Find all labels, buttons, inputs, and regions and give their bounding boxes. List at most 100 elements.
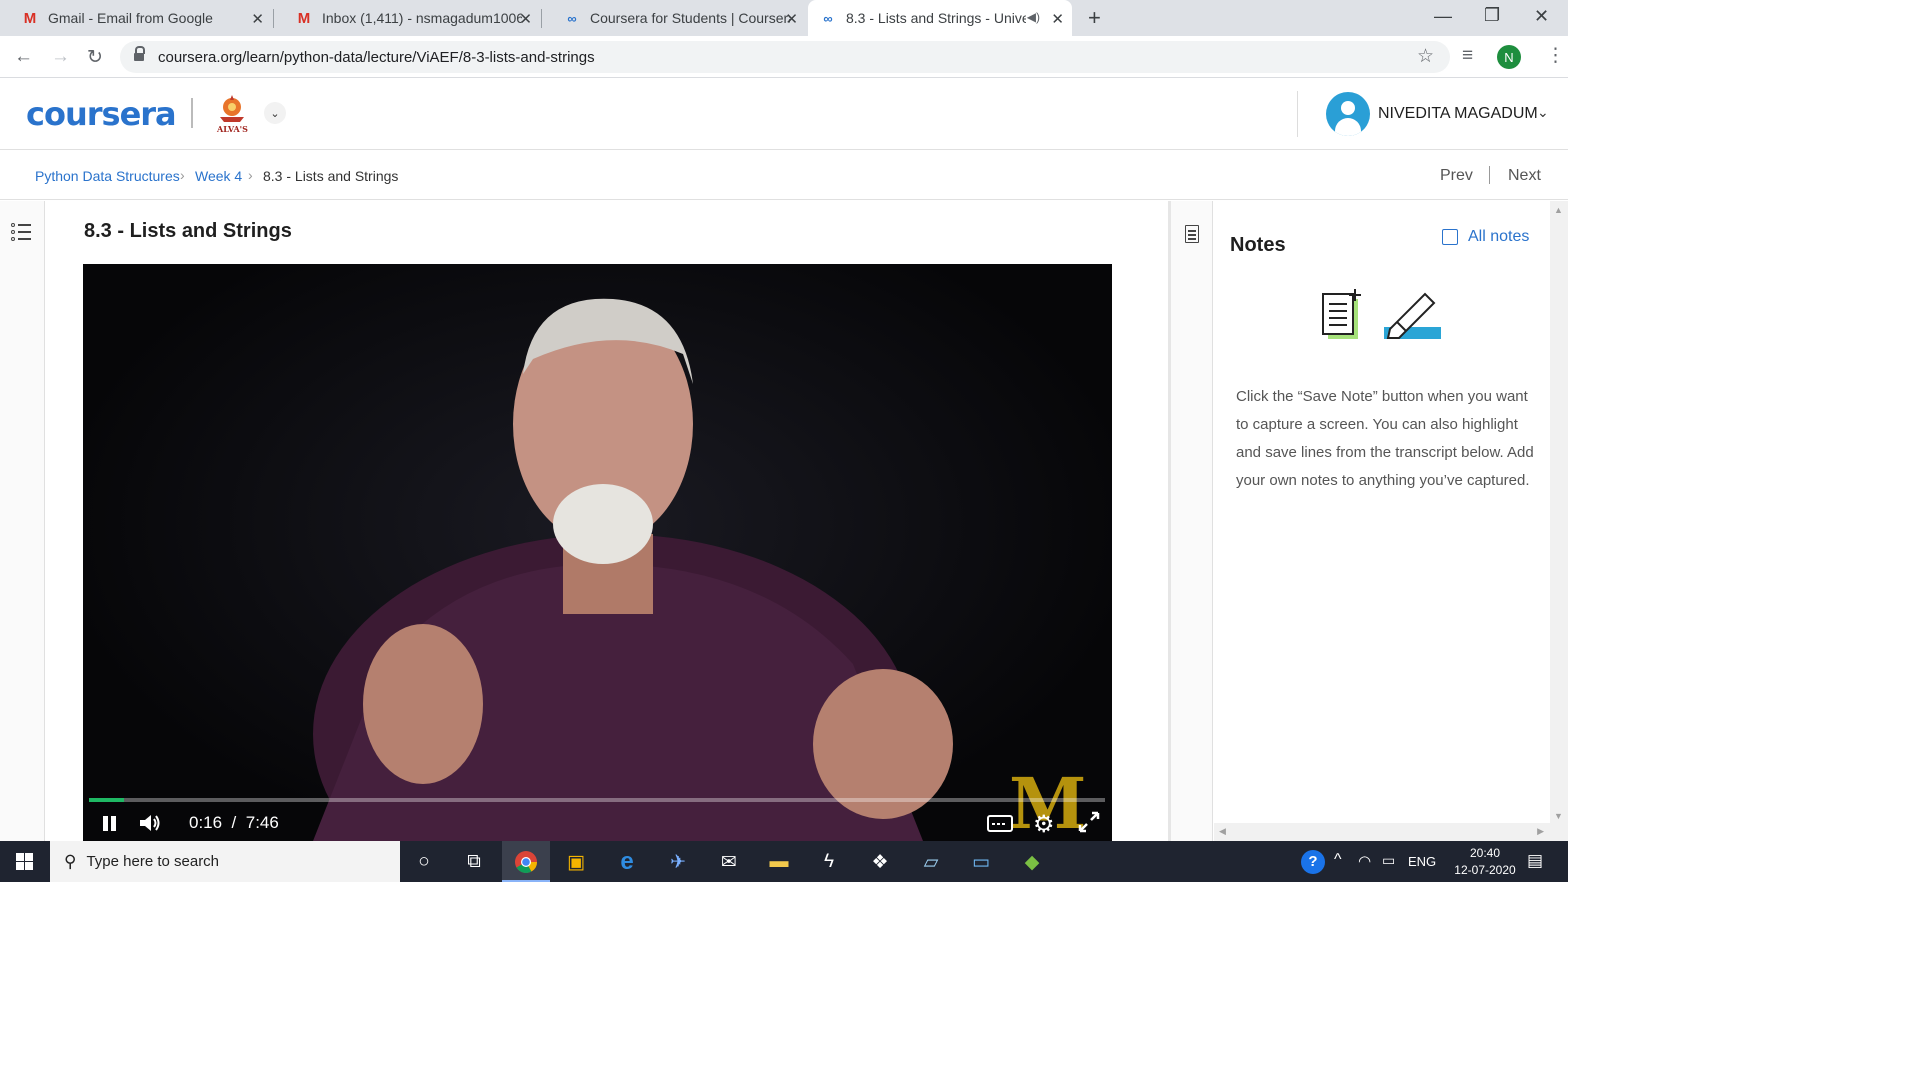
volume-button[interactable] bbox=[138, 812, 162, 839]
fullscreen-icon bbox=[1078, 811, 1100, 833]
app-icon[interactable]: ϟ bbox=[816, 849, 842, 875]
captions-button[interactable] bbox=[987, 814, 1013, 839]
taskbar-search-input[interactable]: ⚲ Type here to search bbox=[50, 841, 400, 882]
coursera-icon: ∞ bbox=[823, 10, 833, 26]
scroll-left-icon[interactable]: ◀ bbox=[1219, 826, 1226, 837]
lock-icon bbox=[134, 46, 145, 63]
chevron-down-icon[interactable]: ⌄ bbox=[1537, 104, 1549, 121]
app-icon[interactable]: ✈ bbox=[665, 849, 691, 875]
help-icon[interactable]: ? bbox=[1301, 850, 1325, 874]
profile-avatar[interactable]: N bbox=[1497, 45, 1521, 69]
browser-tab-strip: M Gmail - Email from Google ✕ M Inbox (1… bbox=[0, 0, 1568, 36]
restore-icon[interactable]: ❐ bbox=[1484, 5, 1500, 26]
all-notes-link[interactable]: All notes bbox=[1442, 228, 1529, 246]
menu-kebab-icon[interactable]: ⋮ bbox=[1546, 44, 1565, 67]
video-player[interactable]: M 0:16 / 7:46 ⚙ bbox=[83, 264, 1112, 841]
search-icon: ⚲ bbox=[64, 851, 77, 871]
forward-icon[interactable]: → bbox=[51, 46, 70, 68]
browser-toolbar: ← → ↻ coursera.org/learn/python-data/lec… bbox=[0, 36, 1568, 78]
pause-icon bbox=[103, 816, 116, 831]
battery-icon[interactable]: ▭ bbox=[1382, 852, 1395, 869]
new-tab-button[interactable]: + bbox=[1088, 5, 1101, 31]
breadcrumb-course[interactable]: Python Data Structures bbox=[35, 168, 180, 184]
close-icon[interactable]: ✕ bbox=[1051, 10, 1064, 28]
header-divider bbox=[1297, 91, 1298, 137]
external-link-icon bbox=[1442, 229, 1458, 245]
notes-panel: Notes All notes Click the “Save Note” bu… bbox=[1214, 201, 1550, 841]
duration: 7:46 bbox=[245, 813, 279, 832]
tab-title: Gmail - Email from Google bbox=[48, 10, 213, 26]
back-icon[interactable]: ← bbox=[14, 46, 33, 68]
breadcrumb-current: 8.3 - Lists and Strings bbox=[263, 168, 399, 184]
next-button[interactable]: Next bbox=[1508, 167, 1541, 185]
time-separator: / bbox=[231, 813, 237, 832]
close-window-icon[interactable]: ✕ bbox=[1534, 6, 1549, 27]
site-header: coursera ALVA'S ⌄ NIVEDITA MAGADUM ⌄ bbox=[0, 79, 1568, 150]
chevron-right-icon: › bbox=[248, 167, 253, 183]
speaker-icon[interactable]: ◀) bbox=[1027, 10, 1040, 24]
close-icon[interactable]: ✕ bbox=[785, 10, 798, 28]
cortana-icon[interactable]: ○ bbox=[411, 849, 437, 875]
wifi-icon[interactable]: ◠ bbox=[1358, 852, 1371, 870]
settings-gear-icon[interactable]: ⚙ bbox=[1033, 810, 1055, 839]
page-vertical-scrollbar[interactable]: ▲ ▼ bbox=[1550, 201, 1568, 841]
lecturer-video-frame bbox=[313, 298, 953, 841]
user-name[interactable]: NIVEDITA MAGADUM bbox=[1378, 105, 1538, 123]
video-progress-fill bbox=[89, 798, 124, 802]
mail-icon[interactable]: ✉ bbox=[716, 849, 742, 875]
app-icon[interactable]: ▱ bbox=[918, 849, 944, 875]
language-indicator[interactable]: ENG bbox=[1408, 854, 1436, 869]
notifications-icon[interactable]: ▤ bbox=[1527, 851, 1543, 871]
store-icon[interactable]: ▣ bbox=[563, 849, 589, 875]
institution-dropdown-button[interactable]: ⌄ bbox=[264, 102, 286, 124]
browser-tab-lecture[interactable]: ∞ 8.3 - Lists and Strings - Unive ◀) ✕ bbox=[808, 0, 1072, 36]
windows-start-icon[interactable] bbox=[16, 853, 33, 870]
chrome-icon[interactable] bbox=[513, 849, 539, 875]
chevron-down-icon: ⌄ bbox=[270, 107, 280, 120]
gmail-icon: M bbox=[297, 9, 311, 27]
video-progress-bar[interactable] bbox=[89, 798, 1105, 802]
minimize-icon[interactable]: — bbox=[1434, 6, 1452, 27]
user-avatar[interactable] bbox=[1326, 92, 1370, 136]
bookmark-star-icon[interactable]: ☆ bbox=[1417, 45, 1434, 68]
notes-help-text: Click the “Save Note” button when you wa… bbox=[1236, 388, 1534, 489]
browser-tab-coursera-students[interactable]: ∞ Coursera for Students | Coursera ✕ bbox=[542, 0, 806, 36]
scroll-right-icon[interactable]: ▶ bbox=[1537, 826, 1544, 837]
scroll-up-icon[interactable]: ▲ bbox=[1554, 205, 1563, 215]
close-icon[interactable]: ✕ bbox=[519, 10, 532, 28]
notes-rail bbox=[1168, 201, 1213, 841]
chevron-up-icon[interactable]: ^ bbox=[1334, 851, 1342, 869]
clock-date: 12-07-2020 bbox=[1454, 863, 1516, 877]
media-control-icon[interactable]: ≡ bbox=[1462, 45, 1473, 67]
captions-icon bbox=[987, 815, 1013, 832]
pause-button[interactable] bbox=[101, 814, 119, 837]
coursera-logo[interactable]: coursera bbox=[26, 95, 177, 133]
institution-logo[interactable]: ALVA'S bbox=[214, 93, 250, 135]
url-text[interactable]: coursera.org/learn/python-data/lecture/V… bbox=[158, 49, 595, 66]
file-explorer-icon[interactable]: ▬ bbox=[766, 849, 792, 875]
prev-next-divider bbox=[1489, 166, 1490, 184]
edge-icon[interactable]: e bbox=[614, 848, 640, 875]
scroll-down-icon[interactable]: ▼ bbox=[1554, 811, 1563, 821]
browser-tab-gmail[interactable]: M Gmail - Email from Google ✕ bbox=[0, 0, 272, 36]
task-view-icon[interactable]: ⧉ bbox=[461, 849, 487, 875]
app-icon[interactable]: ▭ bbox=[968, 849, 994, 875]
video-time: 0:16 / 7:46 bbox=[189, 813, 279, 833]
logo-divider bbox=[191, 98, 193, 128]
reload-icon[interactable]: ↻ bbox=[87, 46, 103, 69]
close-icon[interactable]: ✕ bbox=[251, 10, 264, 28]
all-notes-label: All notes bbox=[1468, 228, 1530, 245]
dropbox-icon[interactable]: ❖ bbox=[867, 849, 893, 875]
breadcrumb: Python Data Structures › Week 4 › 8.3 - … bbox=[0, 150, 1568, 200]
breadcrumb-week[interactable]: Week 4 bbox=[195, 168, 242, 184]
app-icon[interactable]: ◆ bbox=[1019, 849, 1045, 875]
course-outline-icon[interactable] bbox=[11, 223, 31, 241]
notes-toggle-icon[interactable] bbox=[1185, 225, 1199, 243]
coursera-icon: ∞ bbox=[567, 10, 577, 26]
notes-horizontal-scrollbar[interactable]: ◀ ▶ bbox=[1214, 823, 1550, 841]
fullscreen-button[interactable] bbox=[1077, 810, 1101, 839]
prev-button[interactable]: Prev bbox=[1440, 167, 1473, 185]
browser-tab-inbox[interactable]: M Inbox (1,411) - nsmagadum1006 ✕ bbox=[274, 0, 540, 36]
taskbar-clock[interactable]: 20:40 12-07-2020 bbox=[1452, 845, 1518, 879]
address-bar[interactable]: coursera.org/learn/python-data/lecture/V… bbox=[120, 41, 1450, 73]
